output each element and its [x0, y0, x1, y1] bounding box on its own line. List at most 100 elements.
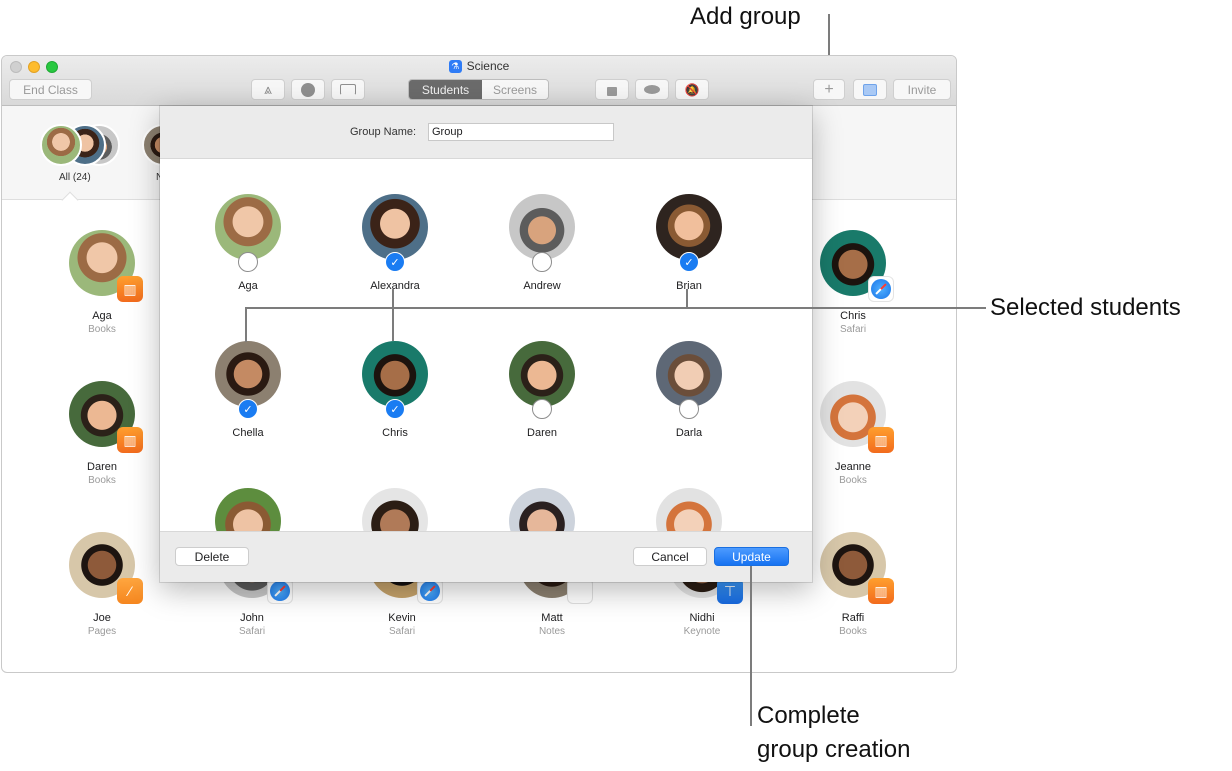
student-option[interactable]: Andrew: [482, 194, 602, 292]
callout-line-alexandra-chris: [392, 289, 394, 341]
group-name-label: Group Name:: [350, 126, 417, 138]
view-segmented-control: Students Screens: [408, 79, 549, 100]
end-class-button[interactable]: End Class: [9, 79, 92, 100]
callout-line-chella: [245, 307, 247, 342]
invite-button[interactable]: Invite: [893, 79, 951, 100]
checkbox[interactable]: [532, 399, 552, 419]
student-name: Nidhi: [689, 612, 715, 624]
student-name: Kevin: [388, 612, 416, 624]
student-photo: ✓: [656, 194, 722, 272]
student-tile[interactable]: ⁄ Joe Pages: [52, 532, 152, 637]
callout-complete-line1: Complete: [757, 702, 860, 729]
student-app: Pages: [87, 626, 117, 637]
callout-add-group: Add group: [690, 3, 801, 30]
window-title: ⚗ Science: [2, 59, 956, 73]
student-name: Brian: [676, 280, 702, 292]
plus-icon: +: [824, 80, 834, 98]
student-name: Chris: [382, 427, 408, 439]
student-option[interactable]: Darla: [629, 341, 749, 439]
update-button[interactable]: Update: [714, 547, 789, 566]
student-name: John: [240, 612, 264, 624]
student-option[interactable]: ✓ Alexandra: [335, 194, 455, 292]
student-option[interactable]: Aga: [188, 194, 308, 292]
books-icon: ▥: [117, 276, 143, 302]
student-picker: Aga ✓ Alexandra Andrew ✓ Brian ✓ Chella …: [160, 159, 812, 531]
student-name: Chris: [840, 310, 866, 322]
checkbox[interactable]: [238, 252, 258, 272]
tab-screens[interactable]: Screens: [482, 80, 548, 99]
student-photo: [509, 194, 575, 272]
student-photo: ▥: [820, 381, 894, 453]
app-store-icon: ⩓: [264, 81, 272, 97]
eye-slash-icon: [644, 85, 660, 94]
student-photo: ▥: [69, 230, 143, 302]
open-app-button[interactable]: ⩓: [251, 79, 285, 100]
student-photo: [509, 488, 575, 531]
student-photo: [362, 488, 428, 531]
checkbox[interactable]: [679, 399, 699, 419]
microscope-icon: ⚗: [448, 59, 462, 73]
student-photo: ▥: [69, 381, 143, 453]
student-app: Books: [839, 626, 867, 637]
student-tile[interactable]: ▥ Daren Books: [52, 381, 152, 486]
stage: Add group ⚗ Science End Class ⩓ Students…: [0, 0, 1232, 771]
callout-line-brian: [686, 289, 688, 308]
student-option[interactable]: [629, 488, 749, 531]
add-group-button[interactable]: +: [813, 79, 845, 100]
hide-screen-button[interactable]: [635, 79, 669, 100]
navigate-button[interactable]: [291, 79, 325, 100]
checkbox[interactable]: [532, 252, 552, 272]
checkmark-icon[interactable]: ✓: [679, 252, 699, 272]
student-option[interactable]: [335, 488, 455, 531]
student-option[interactable]: ✓ Chris: [335, 341, 455, 439]
student-app: Books: [88, 324, 116, 335]
student-app: Notes: [538, 626, 566, 637]
lock-icon: [607, 87, 617, 96]
student-app: Safari: [388, 626, 416, 637]
inbox-button[interactable]: [853, 79, 887, 100]
student-photo: ✓: [362, 341, 428, 419]
selected-group-pointer: [61, 191, 79, 209]
student-app: Keynote: [683, 626, 721, 637]
tab-students[interactable]: Students: [409, 80, 482, 99]
student-option[interactable]: Daren: [482, 341, 602, 439]
callout-line-update: [750, 566, 752, 726]
student-option[interactable]: ✓ Chella: [188, 341, 308, 439]
sheet-header: Group Name:: [160, 106, 812, 159]
callout-complete-line2: group creation: [757, 736, 911, 763]
student-name: Matt: [541, 612, 563, 624]
group-all[interactable]: [40, 124, 120, 168]
avatar: [40, 124, 82, 166]
student-tile[interactable]: Chris Safari: [803, 230, 903, 335]
student-option[interactable]: [482, 488, 602, 531]
student-photo: [509, 341, 575, 419]
delete-button[interactable]: Delete: [175, 547, 249, 566]
student-tile[interactable]: ▥ Raffi Books: [803, 532, 903, 637]
checkmark-icon[interactable]: ✓: [238, 399, 258, 419]
titlebar: ⚗ Science End Class ⩓ Students Screens 🔕…: [2, 56, 956, 106]
checkmark-icon[interactable]: ✓: [385, 399, 405, 419]
student-app: Books: [88, 475, 116, 486]
student-tile[interactable]: ▥ Aga Books: [52, 230, 152, 335]
student-name: Darla: [675, 427, 703, 439]
airplay-button[interactable]: [331, 79, 365, 100]
student-option[interactable]: [188, 488, 308, 531]
callout-selected-students: Selected students: [990, 294, 1181, 321]
end-class-label: End Class: [23, 82, 78, 97]
callout-line-selected-horizontal: [246, 307, 986, 309]
lock-button[interactable]: [595, 79, 629, 100]
books-icon: ▥: [868, 427, 894, 453]
student-photo: ⁄: [69, 532, 143, 604]
student-tile[interactable]: ▥ Jeanne Books: [803, 381, 903, 486]
cancel-button[interactable]: Cancel: [633, 547, 707, 566]
window-title-text: Science: [466, 59, 510, 73]
student-option[interactable]: ✓ Brian: [629, 194, 749, 292]
group-sheet: Group Name: Aga ✓ Alexandra Andrew ✓ Bri…: [160, 106, 812, 582]
checkmark-icon[interactable]: ✓: [385, 252, 405, 272]
student-photo: [215, 488, 281, 531]
student-name: Joe: [93, 612, 111, 624]
student-name: Jeanne: [834, 461, 872, 473]
mute-button[interactable]: 🔕: [675, 79, 709, 100]
student-photo: [656, 341, 722, 419]
group-name-input[interactable]: [428, 123, 614, 141]
